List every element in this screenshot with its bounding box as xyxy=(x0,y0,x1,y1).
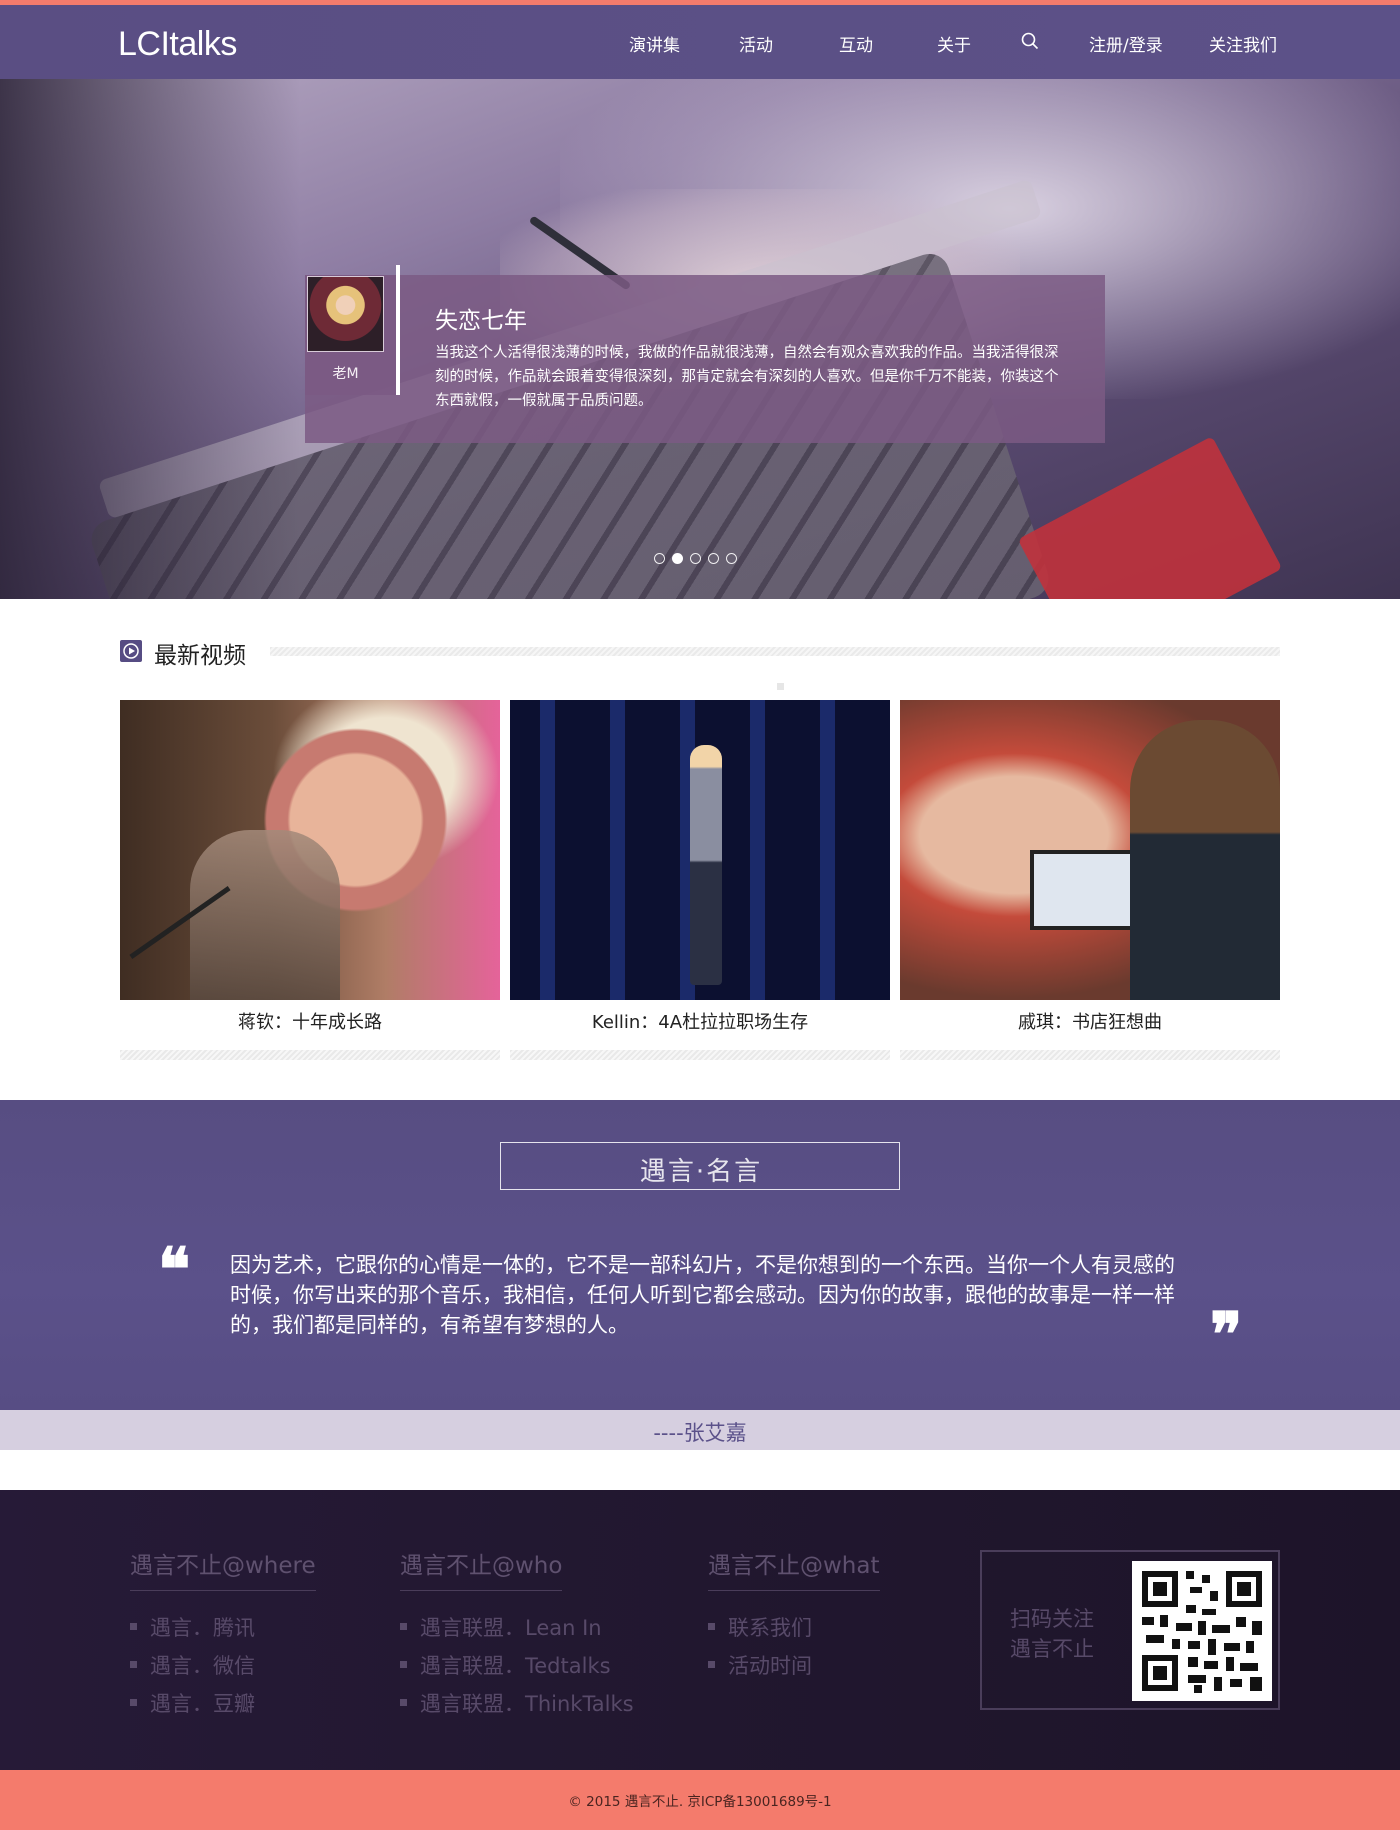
footer-link-label: 遇言联盟．Tedtalks xyxy=(420,1654,611,1678)
nav-item-follow-us[interactable]: 关注我们 xyxy=(1209,31,1277,56)
carousel-dot-5[interactable] xyxy=(726,553,737,564)
thumbnail-figure xyxy=(190,830,340,1000)
bullet-icon xyxy=(400,1660,407,1668)
thumbnail-figure xyxy=(690,745,722,985)
footer-link-list: 联系我们 活动时间 xyxy=(708,1609,880,1685)
video-caption[interactable]: Kellin：4A杜拉拉职场生存 xyxy=(510,1008,890,1034)
footer-link[interactable]: 遇言联盟．ThinkTalks xyxy=(400,1685,634,1723)
qr-caption: 扫码关注 遇言不止 xyxy=(1010,1604,1094,1664)
video-card[interactable]: Kellin：4A杜拉拉职场生存 xyxy=(510,700,890,1060)
hero-card-text: 当我这个人活得很浅薄的时候，我做的作品就很浅薄，自然会有观众喜欢我的作品。当我活… xyxy=(435,345,1059,409)
footer-link-label: 遇言．微信 xyxy=(150,1654,255,1678)
speaker-name: 老M xyxy=(332,366,359,382)
footer-column-title: 遇言不止@who xyxy=(400,1546,563,1591)
videos-section-title: 最新视频 xyxy=(154,643,246,669)
nav-item-about[interactable]: 关于 xyxy=(937,31,971,56)
footer-column-title: 遇言不止@where xyxy=(130,1546,316,1591)
nav-item-activities[interactable]: 活动 xyxy=(739,31,773,56)
close-quote-icon: ❞ xyxy=(1210,1300,1243,1370)
footer-column-where: 遇言不止@where 遇言．腾讯 遇言．微信 遇言．豆瓣 xyxy=(130,1546,316,1723)
video-card-stripe xyxy=(120,1050,500,1060)
search-icon[interactable] xyxy=(1021,32,1039,50)
nav-item-interaction[interactable]: 互动 xyxy=(839,31,873,56)
video-caption[interactable]: 戚琪：书店狂想曲 xyxy=(900,1008,1280,1034)
bullet-icon xyxy=(708,1622,715,1630)
card-divider xyxy=(396,265,400,395)
thumbnail-figure xyxy=(1130,720,1280,1000)
copyright-text: © 2015 遇言不止. 京ICP备13001689号-1 xyxy=(568,1794,832,1810)
hero-banner: 老M 失恋七年 当我这个人活得很浅薄的时候，我做的作品就很浅薄，自然会有观众喜欢… xyxy=(0,79,1400,599)
carousel-dot-3[interactable] xyxy=(690,553,701,564)
footer-link[interactable]: 联系我们 xyxy=(708,1609,880,1647)
video-thumbnail[interactable] xyxy=(510,700,890,1000)
footer-column-who: 遇言不止@who 遇言联盟．Lean In 遇言联盟．Tedtalks 遇言联盟… xyxy=(400,1546,634,1723)
qr-follow-box: 扫码关注 遇言不止 xyxy=(980,1550,1280,1710)
thumbnail-laptop xyxy=(1030,850,1140,930)
carousel-dot-4[interactable] xyxy=(708,553,719,564)
qr-caption-line: 扫码关注 xyxy=(1010,1607,1094,1631)
footer-link[interactable]: 遇言联盟．Tedtalks xyxy=(400,1647,634,1685)
footer-link-list: 遇言联盟．Lean In 遇言联盟．Tedtalks 遇言联盟．ThinkTal… xyxy=(400,1609,634,1723)
nav-item-speeches[interactable]: 演讲集 xyxy=(629,31,680,56)
open-quote-icon: ❝ xyxy=(158,1235,191,1305)
footer-column-what: 遇言不止@what 联系我们 活动时间 xyxy=(708,1546,880,1685)
footer-link-label: 遇言联盟．Lean In xyxy=(420,1616,602,1640)
quote-section: 遇言·名言 ❝ 因为艺术，它跟你的心情是一体的，它不是一部科幻片，不是你想到的一… xyxy=(0,1100,1400,1410)
video-thumbnail[interactable] xyxy=(120,700,500,1000)
play-icon xyxy=(120,640,142,662)
decorative-dot xyxy=(777,683,784,690)
footer-column-title: 遇言不止@what xyxy=(708,1546,880,1591)
footer-link-label: 联系我们 xyxy=(728,1616,812,1640)
bullet-icon xyxy=(130,1660,137,1668)
hero-card-title[interactable]: 失恋七年 xyxy=(435,301,527,335)
footer-link-label: 遇言．腾讯 xyxy=(150,1616,255,1640)
bullet-icon xyxy=(400,1698,407,1706)
qr-caption-line: 遇言不止 xyxy=(1010,1637,1094,1661)
footer-link[interactable]: 遇言．腾讯 xyxy=(130,1609,316,1647)
footer-link-label: 遇言．豆瓣 xyxy=(150,1692,255,1716)
carousel-dot-2[interactable] xyxy=(672,553,683,564)
videos-section-header: 最新视频 xyxy=(120,638,1280,669)
quote-heading-box: 遇言·名言 xyxy=(500,1142,900,1190)
quote-text: 因为艺术，它跟你的心情是一体的，它不是一部科幻片，不是你想到的一个东西。当你一个… xyxy=(230,1253,1175,1337)
qr-code-icon[interactable] xyxy=(1132,1561,1272,1701)
footer-link-label: 活动时间 xyxy=(728,1654,812,1678)
quote-author: ----张艾嘉 xyxy=(653,1421,747,1445)
footer: 遇言不止@where 遇言．腾讯 遇言．微信 遇言．豆瓣 遇言不止@who 遇言… xyxy=(0,1490,1400,1770)
quote-heading: 遇言·名言 xyxy=(639,1157,763,1187)
footer-link[interactable]: 遇言．豆瓣 xyxy=(130,1685,316,1723)
video-thumbnail[interactable] xyxy=(900,700,1280,1000)
nav-item-register-login[interactable]: 注册/登录 xyxy=(1089,31,1163,56)
bullet-icon xyxy=(130,1622,137,1630)
footer-link-list: 遇言．腾讯 遇言．微信 遇言．豆瓣 xyxy=(130,1609,316,1723)
bullet-icon xyxy=(130,1698,137,1706)
video-card[interactable]: 蒋钦：十年成长路 xyxy=(120,700,500,1060)
carousel-dots xyxy=(654,553,737,564)
page: LCItalks 演讲集 活动 互动 关于 注册/登录 关注我们 老M 失恋七年… xyxy=(0,0,1400,1830)
hero-backdrop-shadow xyxy=(0,79,300,599)
quote-author-band: ----张艾嘉 xyxy=(0,1410,1400,1450)
hero-backdrop-notebook xyxy=(1017,436,1283,599)
footer-link[interactable]: 遇言．微信 xyxy=(130,1647,316,1685)
bullet-icon xyxy=(708,1660,715,1668)
bullet-icon xyxy=(400,1622,407,1630)
carousel-dot-1[interactable] xyxy=(654,553,665,564)
logo[interactable]: LCItalks xyxy=(118,25,237,64)
header: LCItalks 演讲集 活动 互动 关于 注册/登录 关注我们 xyxy=(0,5,1400,79)
copyright-bar: © 2015 遇言不止. 京ICP备13001689号-1 xyxy=(0,1770,1400,1830)
footer-link[interactable]: 活动时间 xyxy=(708,1647,880,1685)
video-card-stripe xyxy=(510,1050,890,1060)
video-caption[interactable]: 蒋钦：十年成长路 xyxy=(120,1008,500,1034)
footer-link-label: 遇言联盟．ThinkTalks xyxy=(420,1692,634,1716)
speaker-avatar[interactable] xyxy=(307,276,384,352)
video-card-stripe xyxy=(900,1050,1280,1060)
video-card[interactable]: 戚琪：书店狂想曲 xyxy=(900,700,1280,1060)
footer-link[interactable]: 遇言联盟．Lean In xyxy=(400,1609,634,1647)
section-divider xyxy=(270,647,1280,656)
